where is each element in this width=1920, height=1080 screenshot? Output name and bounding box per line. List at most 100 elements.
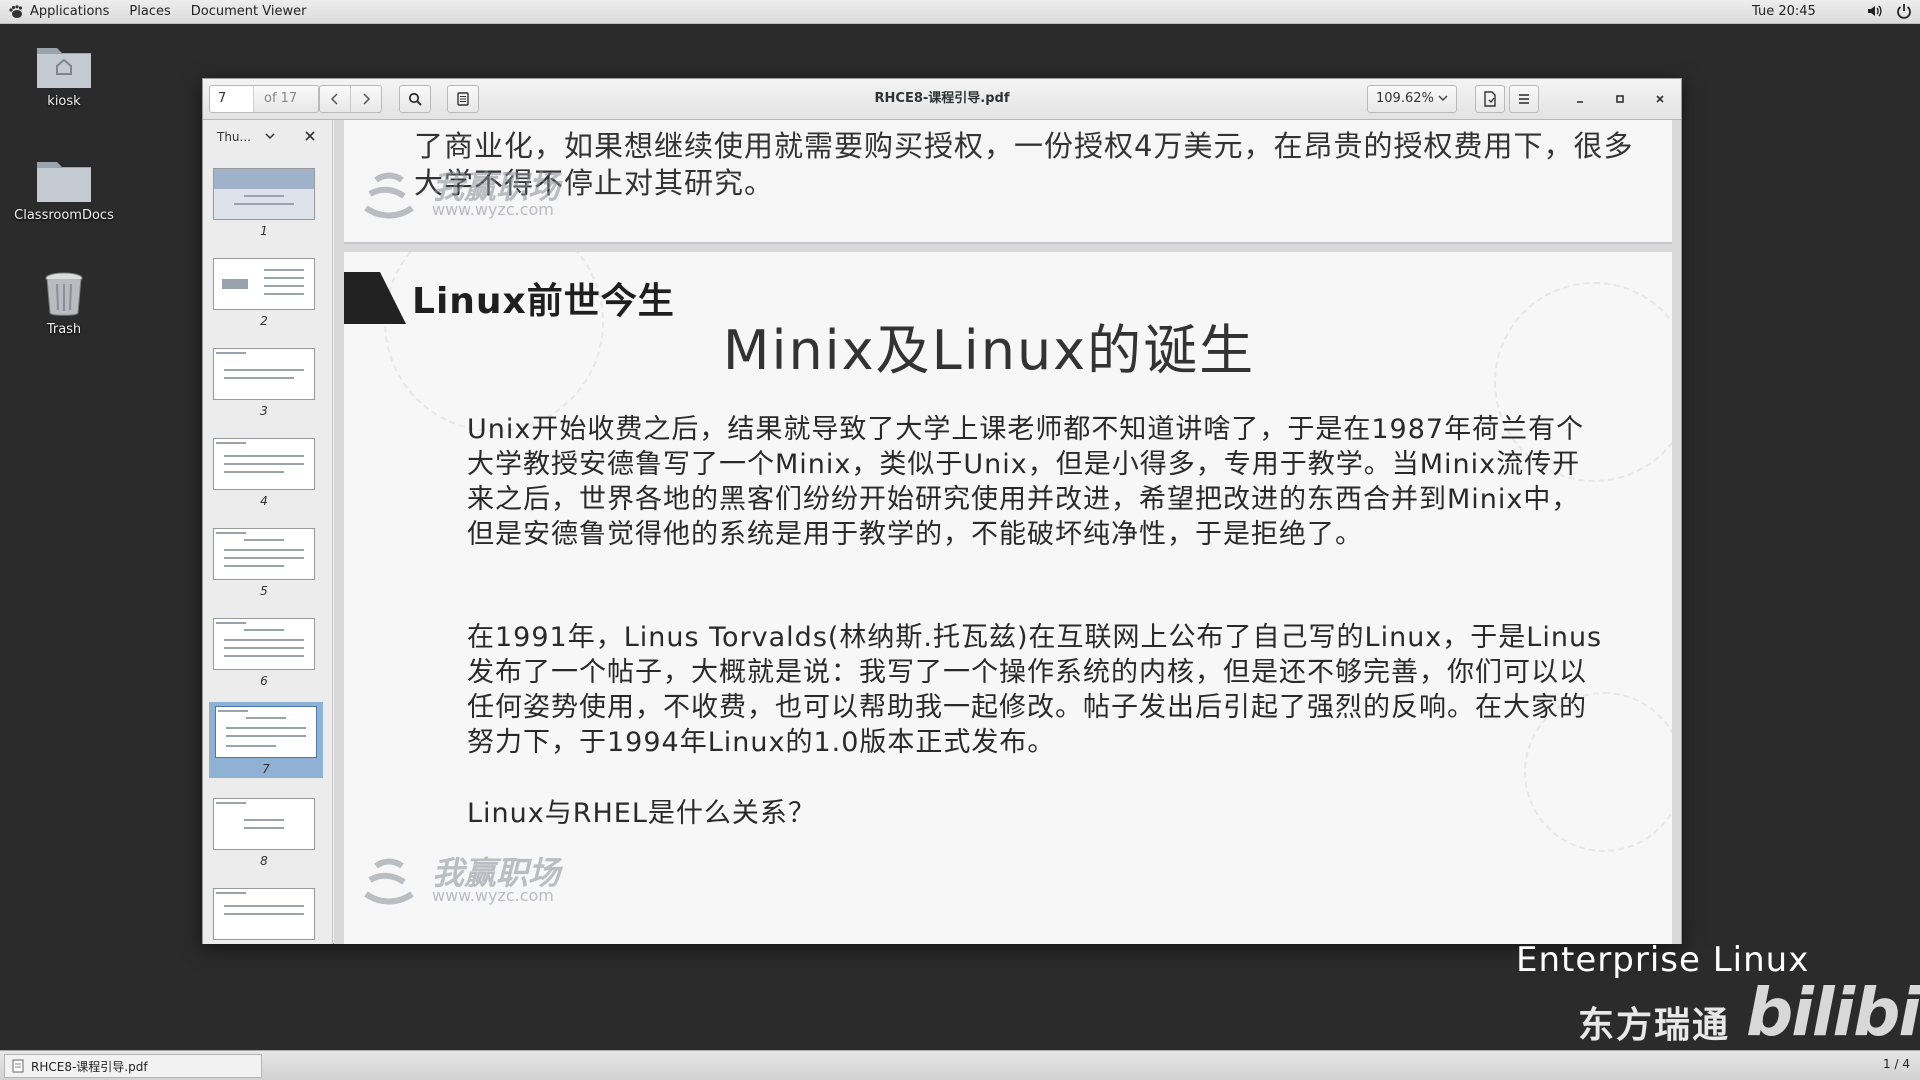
thumbnail-page-4[interactable]: 4 — [213, 438, 315, 508]
minimize-icon — [1577, 101, 1583, 103]
power-icon[interactable] — [1896, 3, 1912, 19]
menu-button[interactable] — [1509, 85, 1539, 113]
chevron-right-icon — [363, 93, 371, 105]
brand-company: 东方瑞通 — [1578, 1005, 1731, 1046]
thumbnail-sidebar: Thu... 1 2 3 4 5 6 7 8 — [203, 120, 333, 944]
page-7: Linux前世今生 Minix及Linux的诞生 Unix开始收费之后，结果就导… — [344, 252, 1672, 944]
paragraph-1: Unix开始收费之后，结果就导致了大学上课老师都不知道讲啥了，于是在1987年荷… — [467, 414, 1585, 550]
zoom-level: 109.62% — [1376, 91, 1434, 106]
thumbnail-page-7[interactable]: 7 — [209, 702, 323, 778]
thumbnail-label: 3 — [260, 404, 268, 418]
system-tray[interactable] — [1866, 3, 1912, 19]
search-button[interactable] — [399, 85, 431, 113]
close-sidebar-icon[interactable] — [305, 131, 315, 141]
thumbnail-page-9[interactable] — [213, 888, 315, 944]
open-document-button[interactable] — [1475, 85, 1505, 113]
thumbnail-page-2[interactable]: 2 — [213, 258, 315, 328]
thumbnail-page-1[interactable]: 1 — [213, 168, 315, 238]
volume-icon[interactable] — [1866, 3, 1882, 19]
chevron-down-icon — [1438, 95, 1448, 102]
bottom-taskbar: RHCE8-课程引导.pdf 1 / 4 — [0, 1050, 1920, 1080]
thumbnail-image — [213, 528, 315, 580]
thumbnail-label: 5 — [260, 584, 268, 598]
workspace-indicator[interactable]: 1 / 4 — [1883, 1057, 1910, 1071]
thumbnail-image — [213, 618, 315, 670]
chevron-left-icon — [331, 93, 338, 105]
desktop-icon-label: Trash — [46, 322, 82, 337]
watermark-logo-icon — [364, 858, 414, 905]
document-viewer-window: 7 of 17 RHCE8-课程引导.pdf 109.62% Thu... 1 … — [202, 78, 1682, 944]
watermark-name: 我赢职场 — [432, 168, 561, 206]
paragraph-3: Linux与RHEL是什么关系？ — [467, 798, 816, 829]
minimize-button[interactable] — [1567, 87, 1593, 111]
thumbnail-label: 4 — [260, 494, 268, 508]
maximize-icon — [1616, 95, 1624, 103]
thumbnail-label: 2 — [260, 314, 268, 328]
folder-icon — [37, 162, 91, 202]
thumbnail-page-8[interactable]: 8 — [213, 798, 315, 868]
thumbnail-page-3[interactable]: 3 — [213, 348, 315, 418]
watermark: 我赢职场 www.wyzc.com — [362, 852, 560, 910]
applications-menu[interactable]: Applications — [26, 0, 119, 24]
thumbnail-image — [215, 706, 317, 758]
annotations-button[interactable] — [447, 85, 479, 113]
maximize-button[interactable] — [1607, 87, 1633, 111]
document-view[interactable]: 了商业化，如果想继续使用就需要购买授权，一份授权4万美元，在昂贵的授权费用下，很… — [334, 120, 1681, 944]
page-number-input[interactable]: 7 — [210, 86, 254, 112]
trash-icon — [45, 272, 83, 316]
desktop-icon-classroomdocs[interactable]: ClassroomDocs — [9, 154, 119, 223]
thumbnail-image — [213, 798, 315, 850]
close-button[interactable] — [1647, 87, 1673, 111]
thumbnail-page-6[interactable]: 6 — [213, 618, 315, 688]
page-entry[interactable]: 7 of 17 — [209, 85, 319, 113]
watermark: 我赢职场 www.wyzc.com — [362, 166, 560, 224]
next-page-button[interactable] — [350, 86, 381, 112]
taskbar-window-label: RHCE8-课程引导.pdf — [31, 1059, 148, 1074]
thumbnail-label: 7 — [262, 762, 270, 776]
thumbnail-image — [213, 438, 315, 490]
thumbnail-image — [213, 888, 315, 940]
desktop-icon-trash[interactable]: Trash — [9, 270, 119, 337]
thumbnail-label: 8 — [260, 854, 268, 868]
slide-title: Minix及Linux的诞生 — [722, 319, 1256, 382]
page-total: of 17 — [264, 91, 298, 106]
top-bar: Applications Places Document Viewer Tue … — [0, 0, 1920, 24]
thumbnail-image — [213, 258, 315, 310]
zoom-dropdown[interactable]: 109.62% — [1367, 85, 1457, 113]
places-menu[interactable]: Places — [119, 0, 180, 24]
chevron-down-icon[interactable] — [265, 132, 275, 140]
desktop-icon-label: kiosk — [47, 94, 81, 109]
watermark-logo-icon — [364, 172, 414, 219]
sidebar-header: Thu... — [203, 120, 332, 154]
home-folder-icon — [37, 48, 91, 88]
thumbnail-image — [213, 168, 315, 220]
top-menu: Applications Places Document Viewer — [0, 0, 316, 24]
applications-foot-icon — [9, 5, 23, 18]
thumbnail-page-5[interactable]: 5 — [213, 528, 315, 598]
previous-page-text: 了商业化，如果想继续使用就需要购买授权，一份授权4万美元，在昂贵的授权费用下，很… — [414, 129, 1634, 200]
watermark-url: www.wyzc.com — [432, 200, 554, 219]
sidebar-mode-selector[interactable]: Thu... — [217, 130, 251, 144]
thumbnail-label: 6 — [260, 674, 268, 688]
document-viewer-icon — [12, 1059, 24, 1073]
desktop-icon-label: ClassroomDocs — [14, 208, 114, 223]
notes-icon — [457, 92, 469, 106]
hamburger-menu-icon — [1519, 94, 1529, 104]
thumbnail-label: 1 — [260, 224, 268, 238]
previous-page-fragment: 了商业化，如果想继续使用就需要购买授权，一份授权4万美元，在昂贵的授权费用下，很… — [344, 120, 1672, 244]
desktop-icon-kiosk[interactable]: kiosk — [9, 40, 119, 109]
app-menu[interactable]: Document Viewer — [181, 0, 317, 24]
watermark-name: 我赢职场 — [432, 854, 561, 892]
clock[interactable]: Tue 20:45 — [1752, 0, 1816, 24]
close-icon — [1656, 95, 1664, 103]
search-icon — [408, 92, 422, 106]
document-icon — [1484, 91, 1496, 107]
page-nav-group — [319, 85, 382, 113]
previous-page-button[interactable] — [320, 86, 350, 112]
bilibili-logo: bilibili — [1746, 974, 1920, 1051]
header-bar: 7 of 17 RHCE8-课程引导.pdf 109.62% — [203, 79, 1681, 120]
thumbnail-image — [213, 348, 315, 400]
taskbar-window-button[interactable]: RHCE8-课程引导.pdf — [4, 1054, 262, 1078]
watermark-url: www.wyzc.com — [432, 886, 554, 905]
paragraph-2: 在1991年，Linus Torvalds(林纳斯.托瓦兹)在互联网上公布了自己… — [467, 622, 1603, 758]
